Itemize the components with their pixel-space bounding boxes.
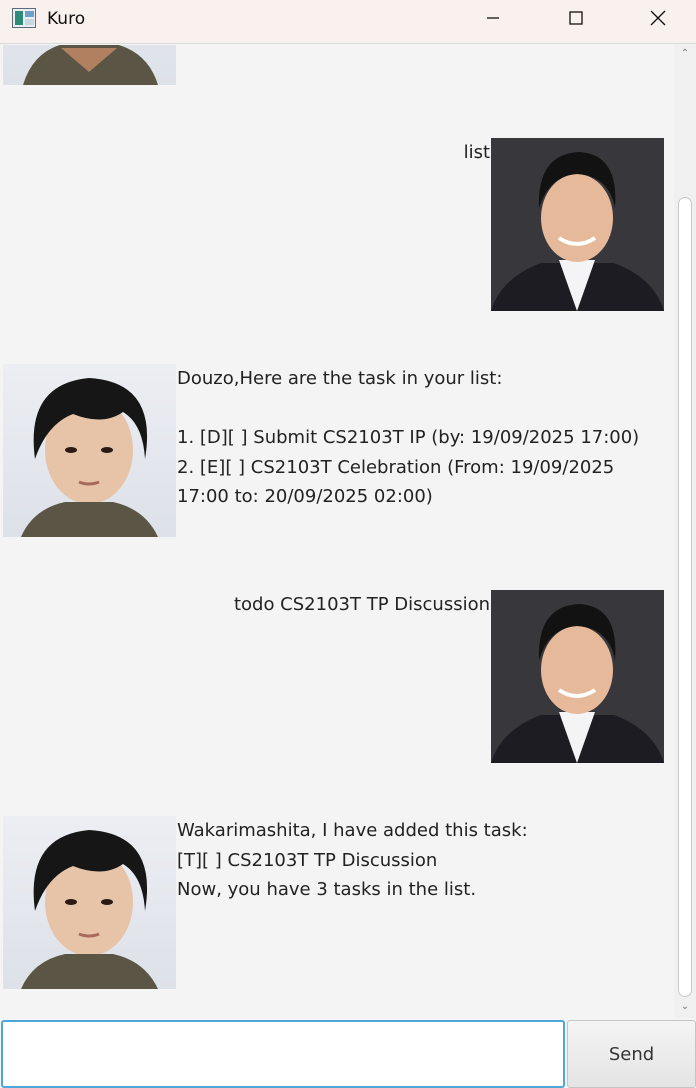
bot-avatar — [3, 816, 176, 989]
maximize-button[interactable] — [548, 0, 604, 36]
input-bar: Send — [0, 1018, 696, 1088]
minimize-button[interactable] — [465, 0, 521, 36]
user-message-text: todo CS2103T TP Discussion — [233, 594, 490, 615]
maximize-icon — [569, 11, 583, 25]
user-avatar — [491, 590, 664, 763]
minimize-icon — [487, 17, 499, 19]
send-button[interactable]: Send — [567, 1020, 696, 1088]
user-avatar — [491, 138, 664, 311]
message-input[interactable] — [1, 1020, 565, 1088]
bot-avatar — [3, 364, 176, 537]
bot-message-text: Wakarimashita, I have added this task: [… — [177, 820, 528, 900]
app-icon — [12, 8, 36, 28]
scroll-up-icon[interactable]: ⌃ — [679, 47, 691, 61]
scroll-thumb[interactable] — [678, 197, 692, 997]
bot-message-text: Douzo,Here are the task in your list: 1.… — [177, 368, 640, 507]
bot-avatar — [3, 45, 176, 85]
close-button[interactable] — [630, 0, 686, 36]
scroll-down-icon[interactable]: ⌄ — [679, 1000, 691, 1014]
dialog-container[interactable]: list Douzo,Here are the task in your lis… — [0, 45, 674, 1018]
user-message-text: list — [463, 142, 490, 163]
vertical-scrollbar[interactable]: ⌃ ⌄ — [674, 45, 696, 1018]
window-title: Kuro — [47, 9, 86, 29]
title-bar: Kuro — [0, 0, 696, 44]
close-icon — [650, 10, 666, 26]
